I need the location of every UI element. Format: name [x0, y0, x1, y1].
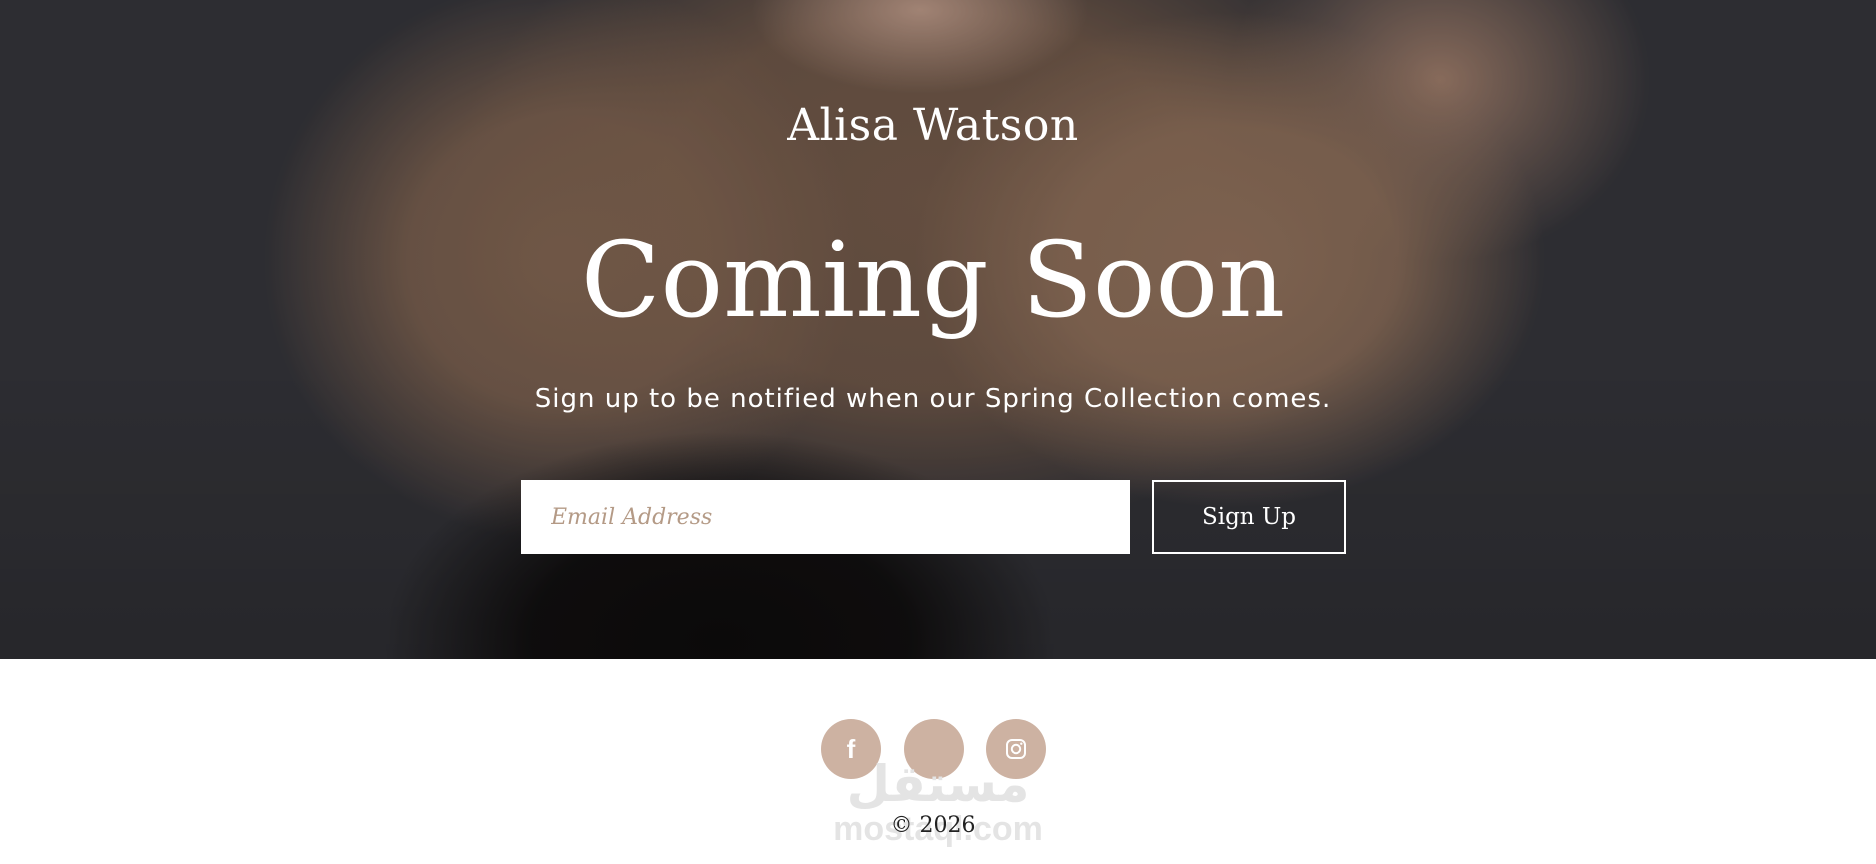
email-field[interactable]: [521, 480, 1130, 554]
brand-name: Alisa Watson: [787, 100, 1079, 151]
page-title: Coming Soon: [580, 219, 1286, 341]
hero-section: Alisa Watson Coming Soon Sign up to be n…: [0, 0, 1876, 659]
facebook-link[interactable]: f: [821, 719, 881, 779]
facebook-icon: f: [846, 734, 856, 764]
twitter-link[interactable]: [904, 719, 964, 779]
footer: f مستقل mostaql.com © 2026: [0, 659, 1876, 864]
instagram-icon: [1006, 739, 1026, 759]
hero-subtitle: Sign up to be notified when our Spring C…: [534, 384, 1332, 414]
instagram-link[interactable]: [986, 719, 1046, 779]
copyright-text: © 2026: [890, 813, 976, 838]
sign-up-button[interactable]: Sign Up: [1152, 480, 1346, 554]
